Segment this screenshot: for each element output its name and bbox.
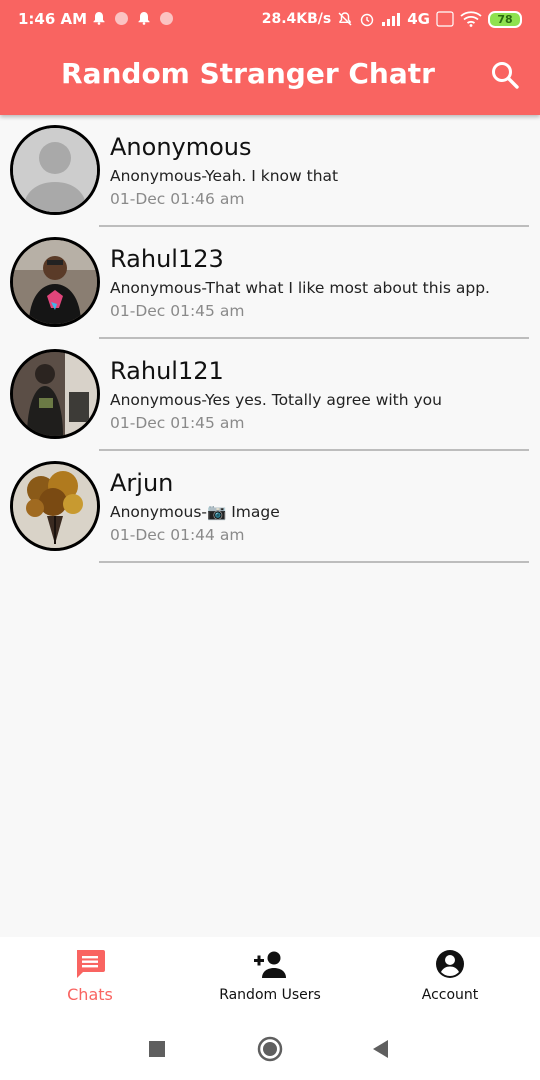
chat-name: Anonymous bbox=[110, 133, 252, 161]
nav-account[interactable]: Account bbox=[360, 937, 540, 1016]
add-person-icon bbox=[254, 951, 286, 978]
chat-timestamp: 01-Dec 01:45 am bbox=[110, 302, 245, 320]
nav-label: Random Users bbox=[219, 987, 321, 1003]
notification-dot-icon bbox=[115, 11, 128, 25]
nav-label: Chats bbox=[67, 985, 113, 1004]
battery-icon: 78 bbox=[488, 10, 522, 28]
chat-icon bbox=[77, 950, 105, 978]
avatar bbox=[10, 125, 100, 215]
wifi-icon bbox=[460, 11, 482, 27]
bell-icon bbox=[138, 12, 150, 25]
chat-item-rahul121[interactable]: Rahul121 Anonymous-Yes yes. Totally agre… bbox=[0, 339, 540, 451]
chat-last-message: Anonymous-Yeah. I know that bbox=[110, 167, 339, 185]
avatar bbox=[10, 349, 100, 439]
chat-item-anonymous[interactable]: Anonymous Anonymous-Yeah. I know that 01… bbox=[0, 115, 540, 227]
system-navigation-bar bbox=[0, 1016, 540, 1080]
chat-timestamp: 01-Dec 01:44 am bbox=[110, 526, 245, 544]
chat-timestamp: 01-Dec 01:45 am bbox=[110, 414, 245, 432]
notification-icons bbox=[92, 11, 173, 25]
chat-item-arjun[interactable]: Arjun Anonymous-📷 Image 01-Dec 01:44 am bbox=[0, 451, 540, 563]
chat-name: Arjun bbox=[110, 469, 174, 497]
notification-dot-icon bbox=[160, 11, 173, 25]
chat-timestamp: 01-Dec 01:46 am bbox=[110, 190, 245, 208]
divider bbox=[99, 561, 529, 563]
status-time: 1:46 AM bbox=[18, 10, 88, 28]
nav-label: Account bbox=[421, 987, 479, 1003]
recents-icon[interactable] bbox=[142, 1034, 172, 1064]
chat-name: Rahul121 bbox=[110, 357, 224, 385]
home-icon[interactable] bbox=[255, 1034, 285, 1064]
app-bar: 1:46 AM 28.4KB/s 4G 78 Random Stranger C… bbox=[0, 0, 540, 115]
search-icon[interactable] bbox=[490, 60, 520, 90]
status-bar: 1:46 AM 28.4KB/s 4G 78 bbox=[0, 0, 540, 38]
chat-name: Rahul123 bbox=[110, 245, 224, 273]
profile-photo bbox=[13, 464, 97, 548]
chat-last-message: Anonymous-Yes yes. Totally agree with yo… bbox=[110, 391, 442, 409]
profile-photo bbox=[13, 352, 97, 436]
alarm-icon bbox=[361, 13, 374, 27]
chat-last-message: Anonymous-That what I like most about th… bbox=[110, 279, 490, 297]
bottom-navigation: Chats Random Users Account bbox=[0, 937, 540, 1016]
chat-list: Anonymous Anonymous-Yeah. I know that 01… bbox=[0, 115, 540, 563]
nav-random-users[interactable]: Random Users bbox=[180, 937, 360, 1016]
app-title: Random Stranger Chatr bbox=[61, 57, 435, 90]
volte-icon bbox=[436, 11, 454, 27]
network-type: 4G bbox=[407, 10, 430, 28]
nav-chats[interactable]: Chats bbox=[0, 937, 180, 1016]
chat-last-message: Anonymous-📷 Image bbox=[110, 503, 280, 521]
default-avatar-icon bbox=[13, 128, 97, 212]
avatar bbox=[10, 461, 100, 551]
signal-icon bbox=[382, 13, 401, 26]
chat-item-rahul123[interactable]: Rahul123 Anonymous-That what I like most… bbox=[0, 227, 540, 339]
profile-photo bbox=[13, 240, 97, 324]
avatar bbox=[10, 237, 100, 327]
mute-icon bbox=[338, 12, 352, 26]
network-speed: 28.4KB/s bbox=[261, 11, 332, 27]
account-circle-icon bbox=[436, 950, 464, 978]
back-icon[interactable] bbox=[366, 1034, 396, 1064]
status-right: 28.4KB/s 4G 78 bbox=[262, 10, 522, 28]
bell-icon bbox=[93, 12, 105, 25]
